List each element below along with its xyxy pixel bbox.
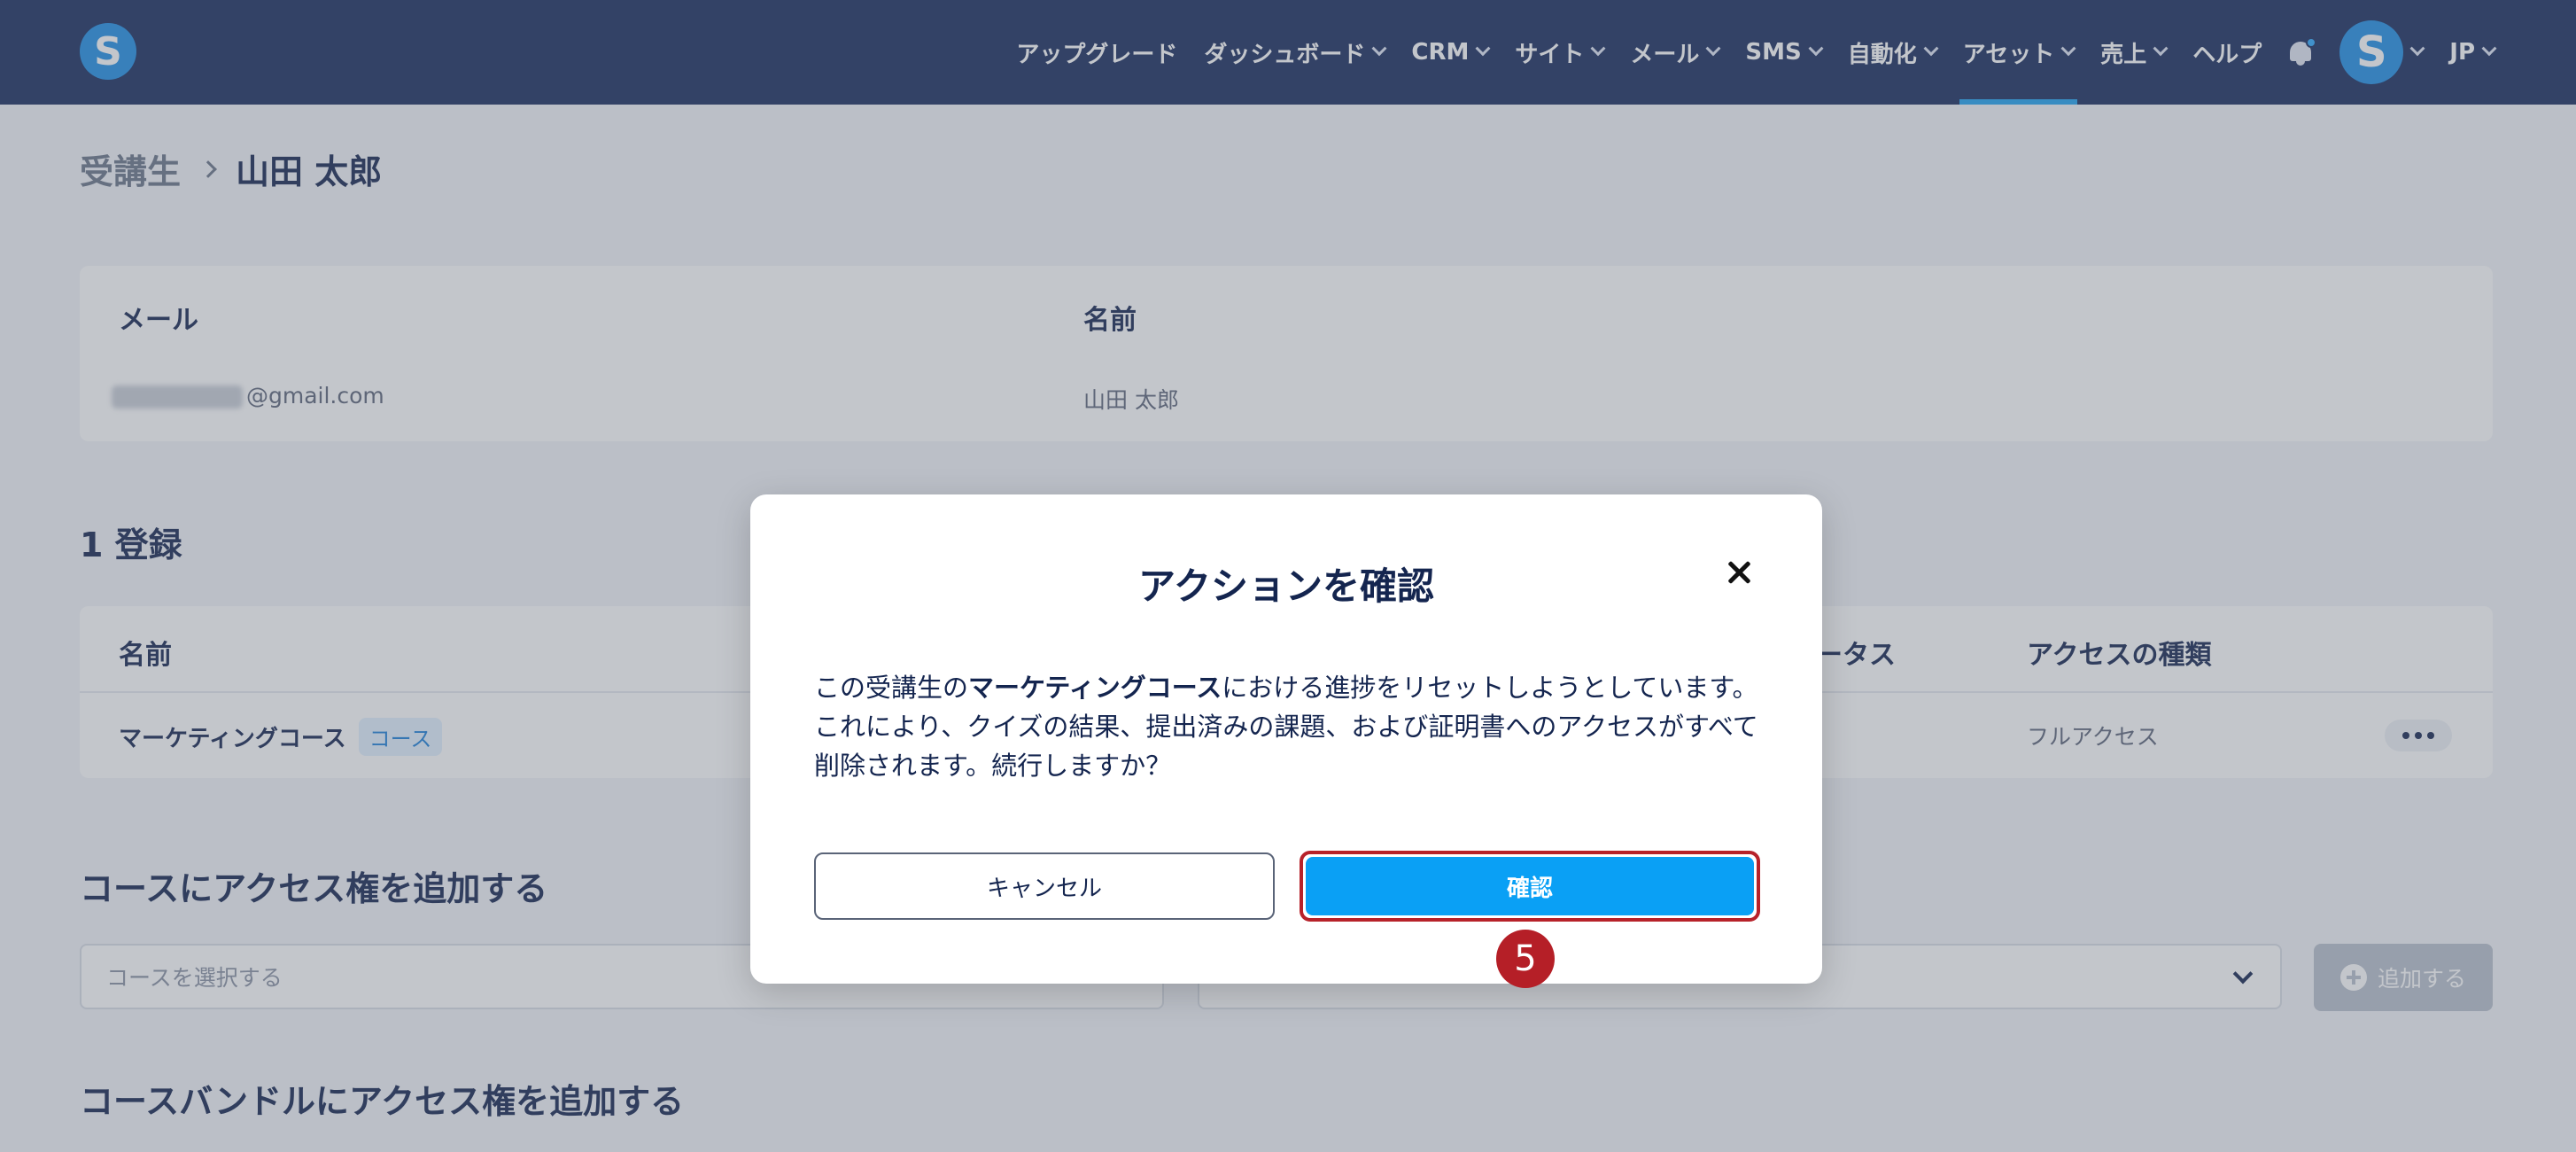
cancel-button[interactable]: キャンセル	[814, 852, 1275, 920]
confirm-button[interactable]: 確認	[1306, 857, 1754, 915]
close-icon[interactable]	[1726, 560, 1751, 585]
confirm-label: 確認	[1506, 875, 1553, 902]
cancel-label: キャンセル	[986, 875, 1102, 902]
dialog-message: この受講生のマーケティングコースにおける進捗をリセットしようとしています。これに…	[814, 673, 1758, 781]
confirm-dialog: アクションを確認 この受講生のマーケティングコースにおける進捗をリセットしようと…	[750, 494, 1822, 984]
step-badge: 5	[1496, 930, 1555, 988]
dialog-title: アクションを確認	[1138, 564, 1434, 608]
confirm-button-highlight: 確認	[1300, 851, 1760, 922]
